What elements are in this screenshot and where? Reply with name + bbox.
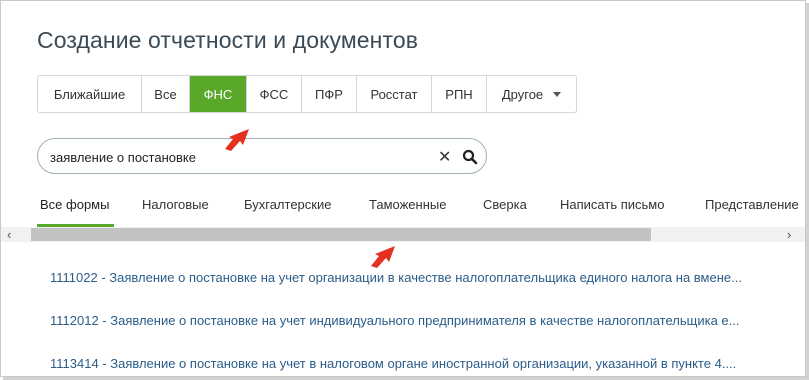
category-tabs: Ближайшие Все ФНС ФСС ПФР Росстат РПН Др… [37,75,577,113]
scrollbar-thumb[interactable] [31,228,651,241]
tab-pfr[interactable]: ПФР [302,76,357,112]
chevron-right-icon[interactable]: › [787,227,791,242]
tab-fns[interactable]: ФНС [190,76,247,112]
tab-other-label: Другое [501,86,544,102]
subtab-customs[interactable]: Таможенные [369,197,446,212]
subtab-all-forms[interactable]: Все формы [40,197,109,212]
annotation-arrow-icon [225,129,249,151]
search-box: ✕ [37,138,487,174]
page-title: Создание отчетности и документов [37,27,419,53]
tab-fss[interactable]: ФСС [247,76,302,112]
subtab-reconciliation[interactable]: Сверка [483,197,527,212]
subtab-accounting[interactable]: Бухгалтерские [244,197,331,212]
tab-nearest[interactable]: Ближайшие [38,76,142,112]
search-icon[interactable] [462,149,478,165]
subtab-representation[interactable]: Представление [705,197,799,212]
horizontal-scrollbar[interactable]: ‹ › [1,227,805,242]
form-list-item[interactable]: 1111022 - Заявление о постановке на учет… [50,263,770,306]
tab-other-dropdown[interactable]: Другое [487,76,576,112]
subtab-write-letter[interactable]: Написать письмо [560,197,664,212]
tab-all[interactable]: Все [142,76,190,112]
form-list: 1111022 - Заявление о постановке на учет… [50,263,770,376]
tab-rpn[interactable]: РПН [432,76,487,112]
close-icon[interactable]: ✕ [438,147,451,167]
tab-rosstat[interactable]: Росстат [357,76,432,112]
report-creation-panel: Создание отчетности и документов Ближайш… [0,0,806,377]
form-list-item[interactable]: 1113414 - Заявление о постановке на учет… [50,349,770,376]
chevron-down-icon [553,91,562,97]
chevron-left-icon[interactable]: ‹ [7,227,11,242]
form-list-item[interactable]: 1112012 - Заявление о постановке на учет… [50,306,770,349]
annotation-arrow-icon [371,246,395,268]
subtab-tax[interactable]: Налоговые [142,197,209,212]
